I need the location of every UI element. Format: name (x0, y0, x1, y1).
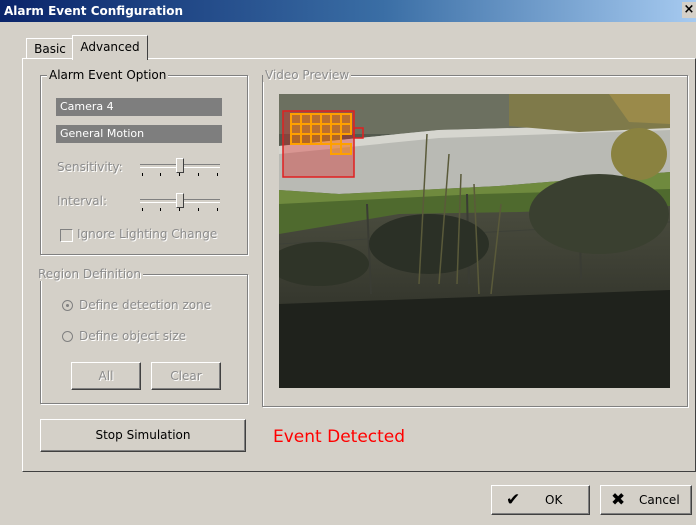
camera-select[interactable]: Camera 4 (56, 98, 222, 116)
stop-simulation-button[interactable]: Stop Simulation (40, 419, 246, 452)
checkmark-icon: ✔ (506, 490, 521, 510)
object-size-radio[interactable] (62, 331, 73, 342)
ignore-lighting-checkbox[interactable] (60, 229, 73, 242)
camera-feed-image (279, 94, 670, 388)
alarm-event-option-legend: Alarm Event Option (47, 68, 169, 82)
all-button[interactable]: All (71, 362, 141, 390)
interval-label: Interval: (57, 194, 107, 208)
x-icon: ✖ (611, 490, 626, 510)
sensitivity-label: Sensitivity: (57, 160, 123, 174)
ignore-lighting-label: Ignore Lighting Change (77, 227, 218, 241)
clear-button[interactable]: Clear (151, 362, 221, 390)
ok-button[interactable]: ✔ OK (491, 485, 590, 515)
interval-thumb[interactable] (176, 193, 184, 208)
tab-basic[interactable]: Basic (26, 38, 74, 59)
region-definition-legend: Region Definition (36, 267, 144, 281)
close-icon[interactable]: × (682, 2, 696, 18)
title-bar: Alarm Event Configuration × (0, 0, 696, 22)
interval-slider[interactable] (138, 191, 222, 215)
video-preview-legend: Video Preview (263, 68, 352, 82)
cancel-button[interactable]: ✖ Cancel (600, 485, 692, 515)
event-status-text: Event Detected (273, 427, 406, 447)
detection-zone-radio[interactable] (62, 300, 73, 311)
video-preview[interactable] (279, 94, 670, 388)
tab-advanced[interactable]: Advanced (72, 35, 148, 60)
detection-zone-label: Define detection zone (79, 298, 212, 312)
object-size-label: Define object size (79, 329, 187, 343)
window-title: Alarm Event Configuration (4, 4, 183, 18)
sensitivity-slider[interactable] (138, 156, 222, 180)
sensitivity-thumb[interactable] (176, 158, 184, 173)
cancel-label: Cancel (639, 493, 680, 507)
event-type-select[interactable]: General Motion (56, 125, 222, 143)
ok-label: OK (545, 493, 563, 507)
